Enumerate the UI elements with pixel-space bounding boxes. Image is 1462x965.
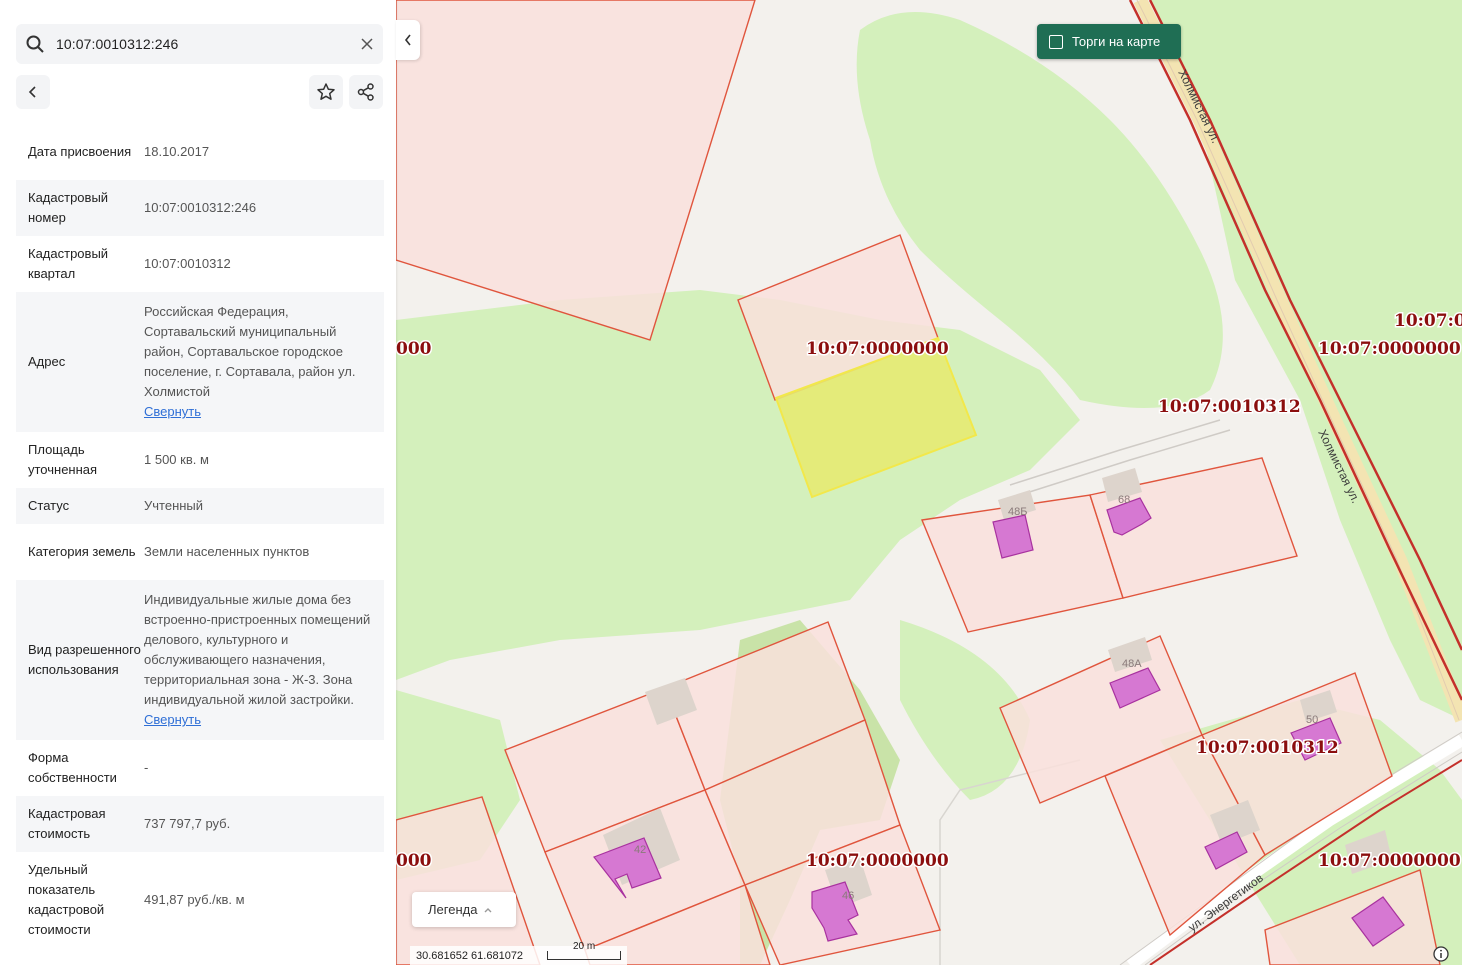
- attr-value: 737 797,7 руб.: [144, 816, 231, 831]
- attr-value: 10:07:0010312:246: [144, 200, 257, 215]
- checkbox-icon[interactable]: [1049, 34, 1063, 49]
- cadastral-label: 10:07:0010312: [1196, 738, 1339, 758]
- cadastral-label: 10:07:0010312: [1158, 397, 1301, 417]
- map-layer: 48Б 68 48А 50 42 46 Холмистая ул. Холмис…: [396, 0, 1462, 965]
- attr-row-specific-value: Удельный показатель кадастровой стоимост…: [16, 852, 384, 948]
- attr-value: Индивидуальные жилые дома без встроенно-…: [144, 588, 372, 732]
- attr-value: 10:07:0010312: [144, 256, 231, 271]
- search-icon: [26, 35, 44, 53]
- house-number: 46: [842, 890, 854, 902]
- cadastral-label: 10:07:0000000: [806, 339, 949, 359]
- attr-label: Вид разрешенного использования: [28, 642, 141, 677]
- attr-label: Кадастровый номер: [28, 190, 109, 225]
- chevron-up-icon: [484, 907, 492, 912]
- house-number: 68: [1118, 494, 1130, 506]
- collapse-link[interactable]: Свернуть: [144, 402, 372, 422]
- attr-row-ownership: Форма собственности -: [16, 740, 384, 796]
- collapse-link[interactable]: Свернуть: [144, 710, 372, 730]
- map-canvas[interactable]: 48Б 68 48А 50 42 46 Холмистая ул. Холмис…: [396, 0, 1462, 965]
- chevron-left-icon: [404, 34, 411, 46]
- attr-row-cadastral-value: Кадастровая стоимость 737 797,7 руб.: [16, 796, 384, 852]
- cadastral-label: 000: [396, 339, 432, 359]
- attr-value: Учтенный: [144, 498, 204, 513]
- legend-label: Легенда: [428, 902, 478, 917]
- info-panel: 10:07:0010312:246 Дата присвоения 18.10.…: [0, 0, 396, 965]
- coordinates-bar: 30.681652 61.681072 20 m: [410, 941, 628, 965]
- cadastral-label: 10:07:0000000: [806, 851, 949, 871]
- attr-value: 1 500 кв. м: [144, 452, 209, 467]
- attr-label: Площадь уточненная: [28, 442, 98, 477]
- auctions-toggle-label: Торги на карте: [1072, 34, 1161, 49]
- cadastral-label: 000: [396, 851, 432, 871]
- legend-button[interactable]: Легенда: [412, 892, 516, 927]
- attr-value: 18.10.2017: [144, 144, 210, 159]
- attr-row-status: Статус Учтенный: [16, 488, 384, 524]
- back-button[interactable]: [16, 75, 50, 109]
- attr-row-date: Дата присвоения 18.10.2017: [16, 124, 384, 180]
- chevron-left-icon: [28, 86, 36, 98]
- attribute-list: Дата присвоения 18.10.2017 Кадастровый н…: [16, 124, 384, 948]
- info-icon[interactable]: [1433, 946, 1449, 962]
- search-box[interactable]: 10:07:0010312:246: [16, 24, 383, 64]
- collapse-panel-button[interactable]: [396, 20, 420, 60]
- share-button[interactable]: [349, 75, 383, 109]
- cadastral-label: 10:07:0000000: [1318, 339, 1461, 359]
- search-input[interactable]: 10:07:0010312:246: [56, 36, 178, 52]
- attr-row-permitted-use: Вид разрешенного использования Индивидуа…: [16, 580, 384, 740]
- favorite-button[interactable]: [309, 75, 343, 109]
- close-icon[interactable]: [360, 37, 374, 51]
- share-icon: [357, 83, 374, 101]
- scale-bar: 20 m: [547, 941, 622, 960]
- attr-label: Кадастровая стоимость: [28, 806, 106, 841]
- house-number: 50: [1306, 714, 1318, 726]
- auctions-toggle-button[interactable]: Торги на карте: [1037, 24, 1181, 59]
- attr-value: 491,87 руб./кв. м: [144, 892, 245, 907]
- attr-value: Российская Федерация, Сортавальский муни…: [144, 300, 372, 424]
- cadastral-label: 10:07:0: [1394, 311, 1462, 331]
- coordinates-readout: 30.681652 61.681072: [416, 949, 524, 962]
- attr-value: Земли населенных пунктов: [144, 544, 310, 559]
- attr-label: Адрес: [28, 354, 66, 369]
- house-number: 48Б: [1008, 506, 1027, 518]
- scale-label: 20 m: [572, 941, 596, 952]
- attr-row-quarter: Кадастровый квартал 10:07:0010312: [16, 236, 384, 292]
- attr-label: Дата присвоения: [28, 144, 132, 159]
- attr-row-address: Адрес Российская Федерация, Сортавальски…: [16, 292, 384, 432]
- star-icon: [317, 83, 335, 100]
- attr-row-area: Площадь уточненная 1 500 кв. м: [16, 432, 384, 488]
- attr-label: Форма собственности: [28, 750, 117, 785]
- attr-label: Статус: [28, 498, 70, 513]
- house-number: 42: [634, 844, 646, 856]
- attr-label: Категория земель: [28, 544, 136, 559]
- house-number: 48А: [1122, 658, 1142, 670]
- attr-label: Кадастровый квартал: [28, 246, 109, 281]
- attr-row-cadastral-number: Кадастровый номер 10:07:0010312:246: [16, 180, 384, 236]
- attr-row-category: Категория земель Земли населенных пункто…: [16, 524, 384, 580]
- attr-label: Удельный показатель кадастровой стоимост…: [28, 862, 105, 937]
- cadastral-label: 10:07:0000000: [1318, 851, 1461, 871]
- attr-value: -: [144, 760, 149, 775]
